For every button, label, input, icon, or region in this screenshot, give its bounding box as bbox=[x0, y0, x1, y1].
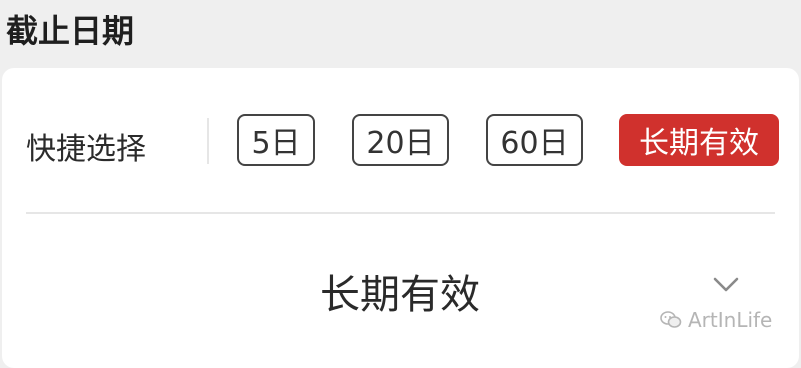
horizontal-divider bbox=[26, 212, 775, 214]
quick-select-label: 快捷选择 bbox=[26, 132, 146, 167]
wechat-icon bbox=[660, 311, 682, 328]
watermark: ArtInLife bbox=[660, 308, 772, 332]
vertical-divider bbox=[207, 118, 209, 164]
option-5-days-button[interactable]: 5日 bbox=[237, 114, 315, 166]
quick-select-row: 快捷选择 5日 20日 60日 长期有效 bbox=[0, 112, 801, 172]
section-title: 截止日期 bbox=[6, 12, 135, 50]
option-60-days-button[interactable]: 60日 bbox=[486, 114, 583, 166]
watermark-text: ArtInLife bbox=[688, 308, 773, 332]
option-long-term-button[interactable]: 长期有效 bbox=[619, 114, 779, 166]
chevron-down-icon[interactable] bbox=[712, 276, 740, 294]
deadline-dropdown-value[interactable]: 长期有效 bbox=[320, 262, 480, 320]
option-20-days-button[interactable]: 20日 bbox=[352, 114, 449, 166]
